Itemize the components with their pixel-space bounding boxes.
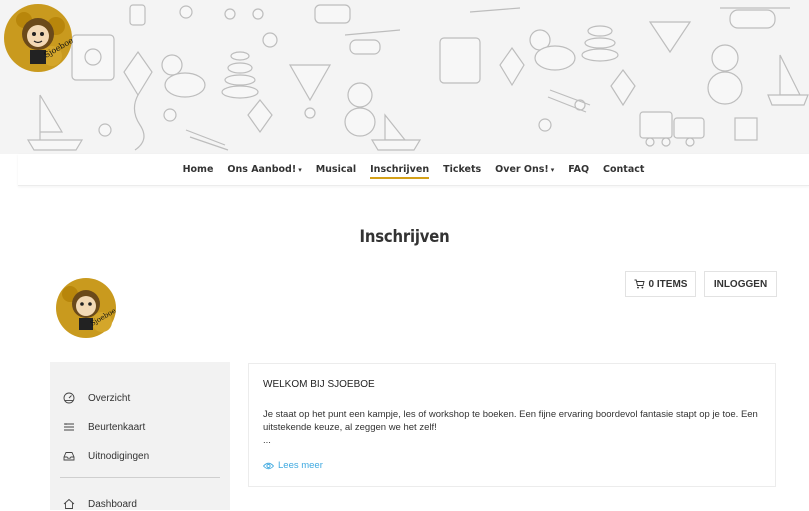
nav-item-label: Ons Aanbod! bbox=[227, 164, 297, 175]
inbox-icon bbox=[62, 449, 76, 463]
nav-item-faq[interactable]: FAQ bbox=[561, 154, 596, 186]
account-sidebar: Overzicht Beurtenkaart Uitnodigingen Das… bbox=[50, 362, 230, 510]
nav-item-inschrijven[interactable]: Inschrijven bbox=[363, 154, 436, 186]
cart-button[interactable]: 0 ITEMS bbox=[625, 271, 696, 297]
dashboard-gauge-icon bbox=[62, 391, 76, 405]
header-banner: Sjoeboe bbox=[0, 0, 809, 154]
sjoeboe-logo-small[interactable]: Sjoeboe bbox=[50, 272, 122, 344]
list-icon bbox=[62, 420, 76, 434]
sidebar-item-label: Dashboard bbox=[88, 498, 137, 510]
toys-pattern-illustration bbox=[21, 4, 809, 151]
cart-label: 0 ITEMS bbox=[648, 278, 688, 290]
sidebar-item-uitnodigingen[interactable]: Uitnodigingen bbox=[62, 449, 149, 463]
sidebar-item-label: Uitnodigingen bbox=[88, 450, 150, 462]
chevron-down-icon: ▾ bbox=[298, 166, 302, 174]
home-icon bbox=[62, 497, 76, 511]
nav-item-label: Home bbox=[182, 164, 214, 175]
sidebar-divider bbox=[60, 477, 220, 478]
nav-item-ons-aanbod[interactable]: Ons Aanbod! ▾ bbox=[220, 154, 308, 186]
login-button[interactable]: INLOGGEN bbox=[704, 271, 777, 297]
nav-item-home[interactable]: Home bbox=[176, 154, 221, 186]
welcome-body: Je staat op het punt een kampje, les of … bbox=[263, 409, 758, 433]
cart-icon bbox=[634, 279, 645, 289]
nav-item-over-ons[interactable]: Over Ons! ▾ bbox=[488, 154, 561, 186]
welcome-card: WELKOM BIJ SJOEBOE Je staat op het punt … bbox=[248, 363, 776, 487]
nav-item-contact[interactable]: Contact bbox=[596, 154, 651, 186]
read-more-link[interactable]: Lees meer bbox=[263, 460, 323, 471]
nav-item-label: Musical bbox=[315, 164, 357, 175]
nav-item-tickets[interactable]: Tickets bbox=[436, 154, 488, 186]
eye-icon bbox=[263, 462, 274, 469]
read-more-label: Lees meer bbox=[278, 460, 323, 471]
nav-item-musical[interactable]: Musical bbox=[309, 154, 363, 186]
nav-item-label: Contact bbox=[603, 164, 645, 175]
sjoeboe-logo[interactable]: Sjoeboe bbox=[0, 0, 76, 76]
nav-item-label: Over Ons! bbox=[495, 164, 549, 175]
sidebar-item-beurtenkaart[interactable]: Beurtenkaart bbox=[62, 420, 145, 434]
sidebar-item-dashboard[interactable]: Dashboard bbox=[62, 497, 137, 511]
main-navigation: Home Ons Aanbod! ▾ Musical Inschrijven Ti… bbox=[18, 154, 809, 186]
chevron-down-icon: ▾ bbox=[550, 166, 555, 174]
sidebar-item-label: Beurtenkaart bbox=[88, 421, 146, 433]
sidebar-item-overzicht[interactable]: Overzicht bbox=[62, 391, 130, 405]
page-title: Inschrijven bbox=[359, 227, 450, 246]
nav-item-label: FAQ bbox=[568, 164, 590, 175]
welcome-heading: WELKOM BIJ SJOEBOE bbox=[263, 379, 375, 390]
nav-item-label: Inschrijven bbox=[370, 164, 430, 175]
welcome-ellipsis: ... bbox=[263, 435, 271, 446]
sidebar-item-label: Overzicht bbox=[88, 392, 131, 404]
login-label: INLOGGEN bbox=[713, 278, 768, 290]
nav-item-label: Tickets bbox=[443, 164, 482, 175]
